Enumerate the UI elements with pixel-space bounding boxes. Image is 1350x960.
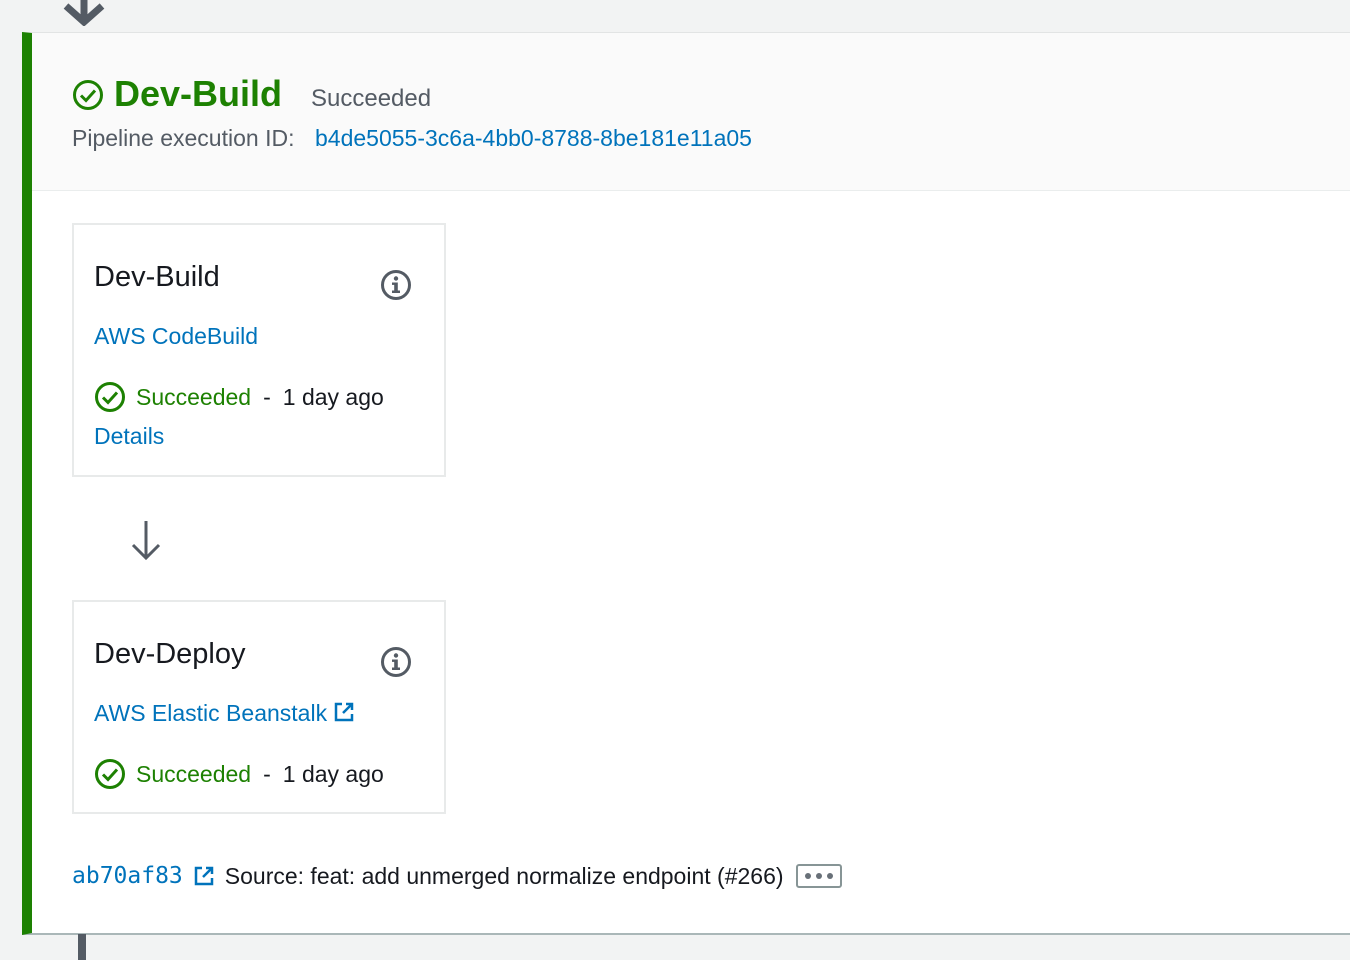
- time-ago: 1 day ago: [282, 383, 384, 410]
- provider-label: AWS CodeBuild: [94, 323, 259, 349]
- action-name: Dev-Deploy: [94, 638, 246, 670]
- stage-connector: [78, 934, 86, 960]
- source-revision: ab70af83 Source: feat: add unmerged norm…: [72, 858, 842, 894]
- status-text: Succeeded: [136, 760, 252, 787]
- separator: -: [263, 760, 271, 787]
- stage-status: Succeeded: [311, 85, 432, 112]
- ellipsis-icon: [804, 873, 811, 879]
- time-ago: 1 day ago: [282, 760, 384, 787]
- stage-header: Dev-Build Succeeded Pipeline execution I…: [32, 33, 1350, 191]
- action-name: Dev-Build: [94, 261, 220, 293]
- commit-id-link[interactable]: ab70af83: [72, 863, 183, 889]
- info-icon[interactable]: [380, 269, 412, 301]
- external-link-icon: [334, 702, 354, 722]
- execution-id-label: Pipeline execution ID:: [72, 125, 295, 151]
- status-text: Succeeded: [136, 383, 252, 410]
- details-link[interactable]: Details: [94, 421, 164, 451]
- provider-label: AWS Elastic Beanstalk: [94, 700, 328, 726]
- action-status: Succeeded - 1 day ago: [94, 757, 384, 791]
- more-button[interactable]: [795, 864, 842, 888]
- stage-title: Dev-Build: [114, 73, 283, 114]
- provider-link[interactable]: AWS CodeBuild: [94, 321, 258, 351]
- provider-link[interactable]: AWS Elastic Beanstalk: [94, 698, 355, 728]
- check-circle-icon: [95, 759, 125, 789]
- separator: -: [263, 383, 271, 410]
- action-status: Succeeded - 1 day ago: [94, 380, 384, 414]
- external-link-icon[interactable]: [193, 865, 215, 887]
- execution-id-link[interactable]: b4de5055-3c6a-4bb0-8788-8be181e11a05: [315, 123, 752, 153]
- info-icon[interactable]: [380, 646, 412, 678]
- action-card-dev-deploy: Dev-Deploy AWS Elastic Beanstalk Succeed…: [72, 600, 446, 814]
- action-card-dev-build: Dev-Build AWS CodeBuild Succeeded - 1 da…: [72, 223, 446, 477]
- arrow-down-icon: [63, 0, 105, 26]
- check-circle-icon: [95, 382, 125, 412]
- commit-message: Source: feat: add unmerged normalize end…: [224, 862, 784, 889]
- check-circle-icon: [73, 80, 103, 110]
- arrow-down-icon: [131, 521, 161, 561]
- pipeline-stage: Dev-Build Succeeded Pipeline execution I…: [22, 32, 1350, 935]
- ellipsis-icon: [815, 873, 822, 879]
- ellipsis-icon: [826, 873, 833, 879]
